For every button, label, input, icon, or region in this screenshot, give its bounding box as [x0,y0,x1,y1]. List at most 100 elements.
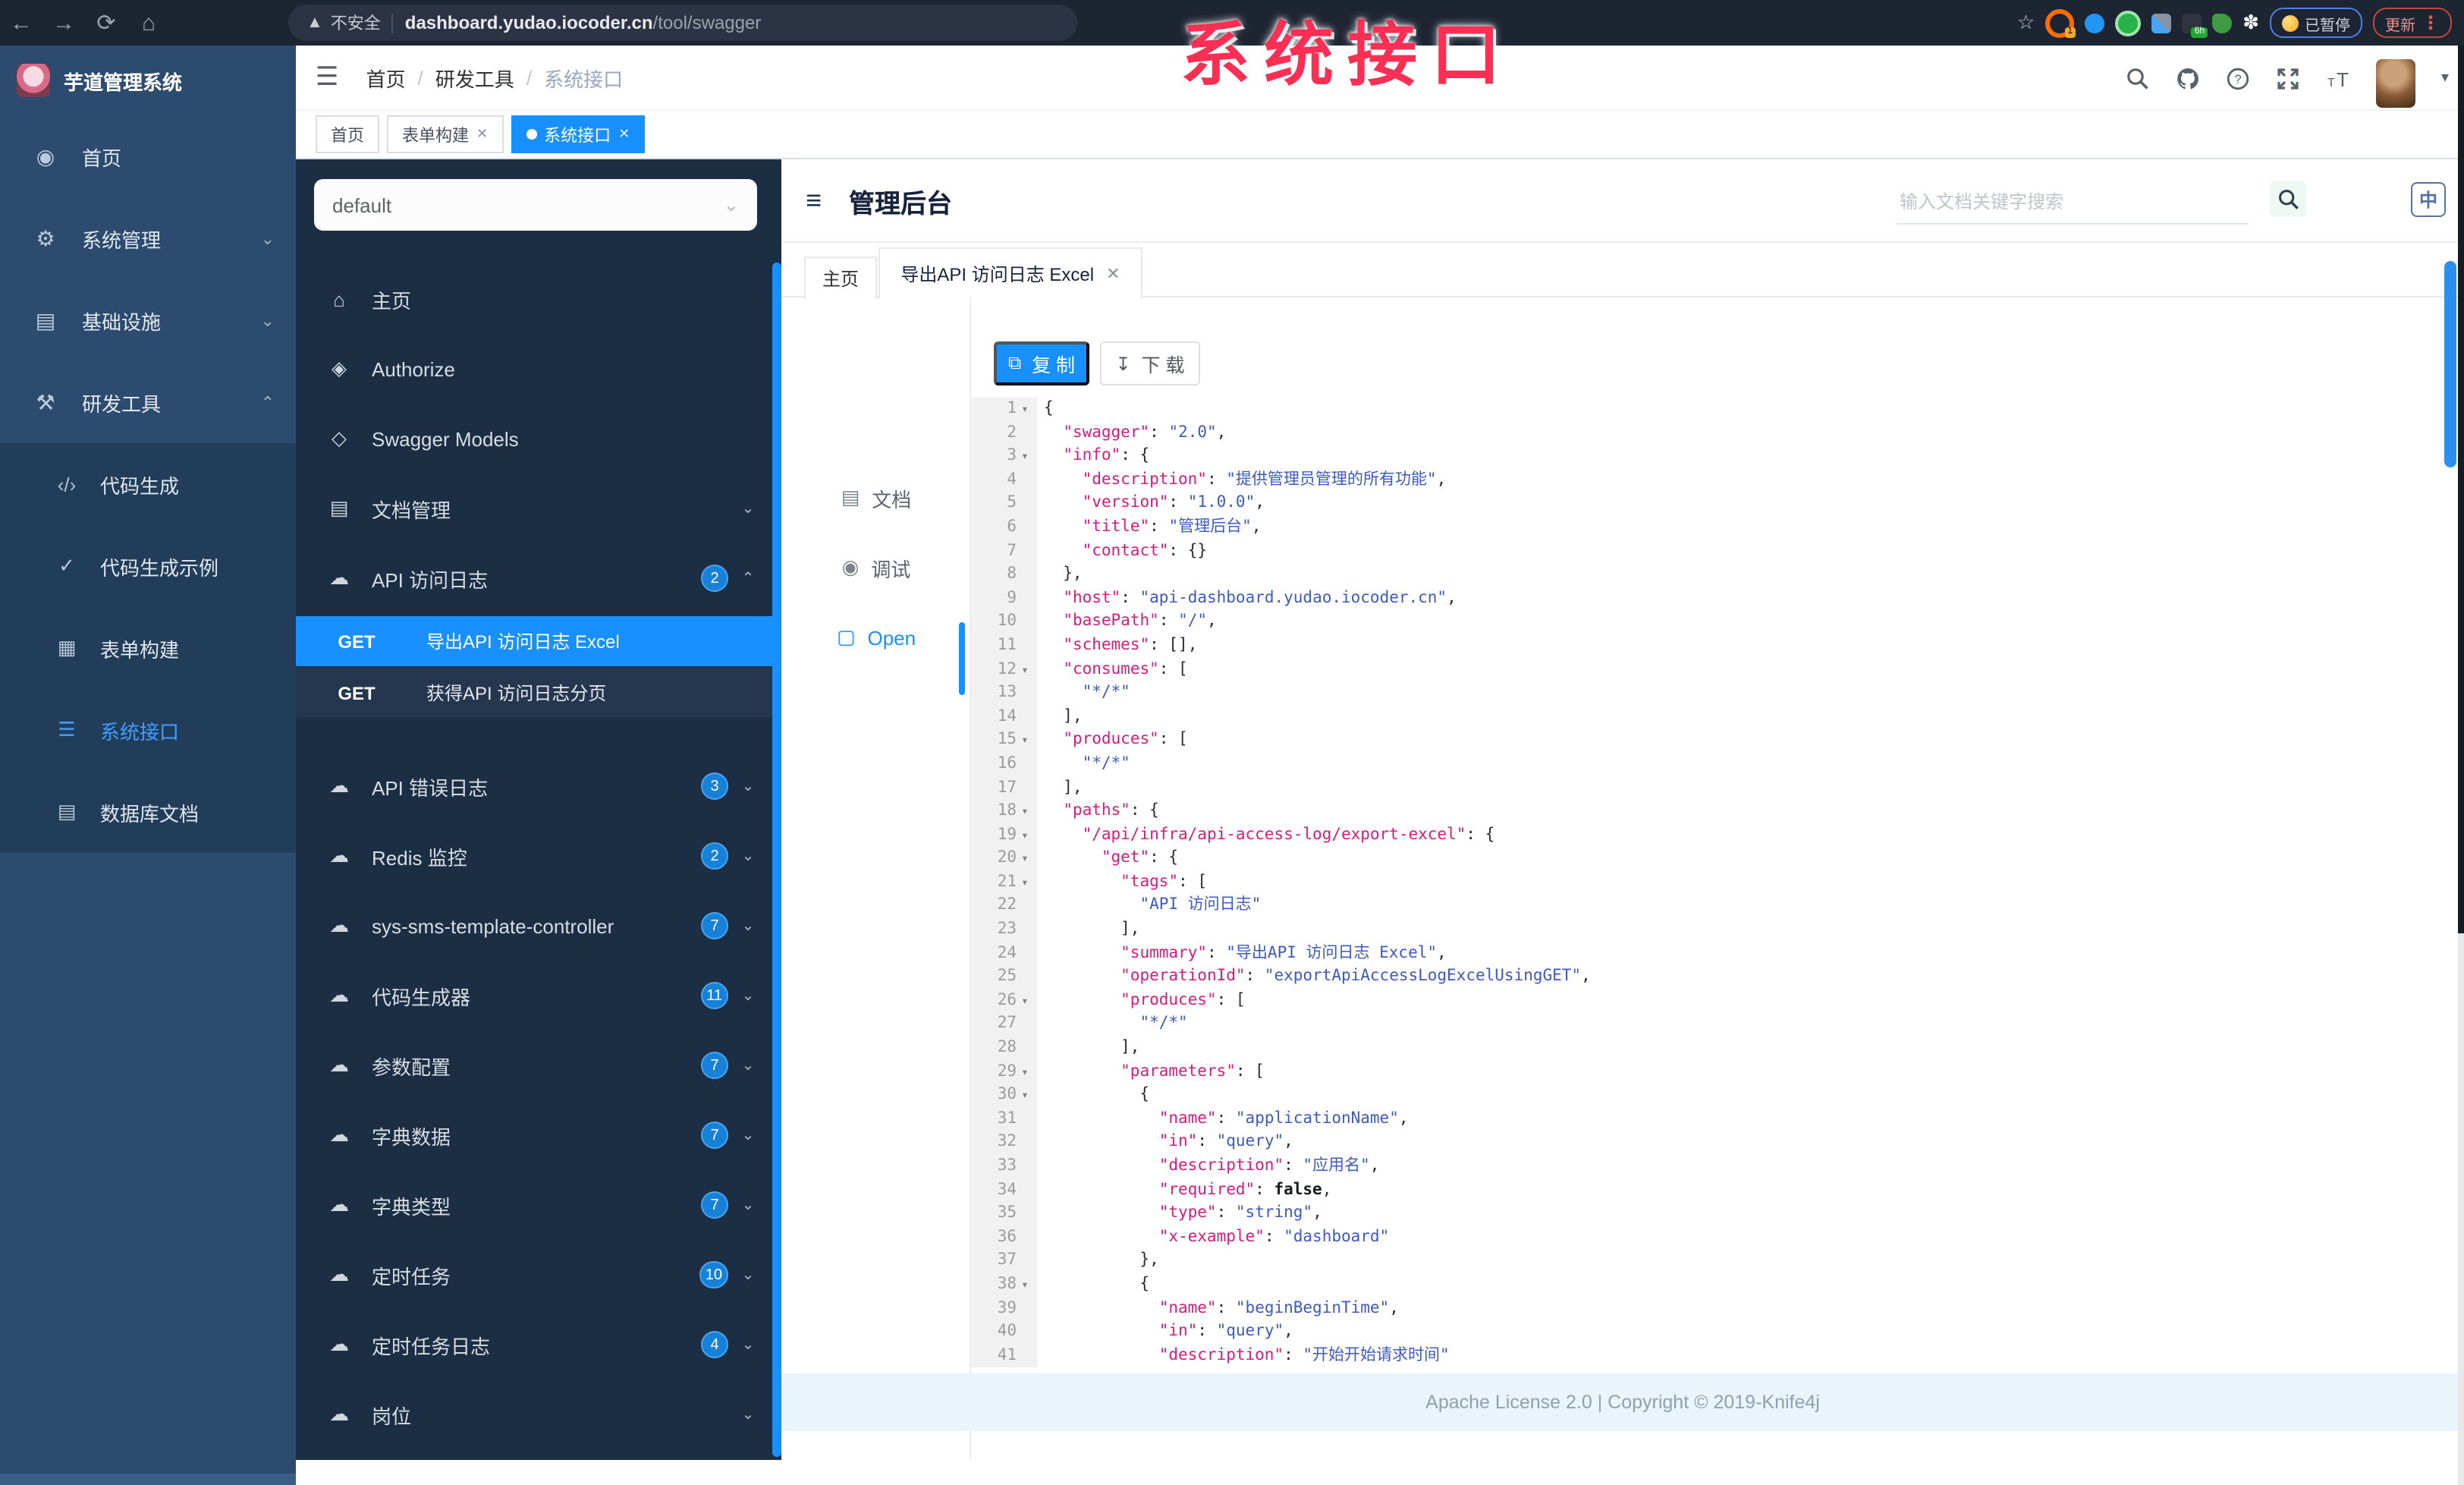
doc-side-tab-Open[interactable]: ▢ Open [781,615,971,660]
extension-icon-leaf[interactable] [2212,13,2233,33]
swagger-menu-item[interactable]: ◈ Authorize [296,334,772,404]
fold-arrow-icon[interactable]: ▾ [1017,398,1033,421]
doc-tab-主页[interactable]: 主页 [804,256,877,299]
swagger-menu-item[interactable]: ☁ 定时任务日志 4 ⌄ [296,1310,772,1380]
page-scrollbar-thumb[interactable] [2444,261,2456,467]
font-size-icon[interactable]: TT [2326,66,2350,90]
language-toggle-icon[interactable]: 中 [2411,182,2446,217]
swagger-menu-item[interactable]: ☁ 代码生成器 11 ⌄ [296,961,772,1030]
swagger-menu-item[interactable]: ☁ Redis 监控 2 ⌄ [296,821,772,891]
line-number: 7 [971,540,1038,564]
swagger-menu-item[interactable]: ⌂ 主页 [296,264,772,334]
sidebar-item-代码生成示例[interactable]: ✓ 代码生成示例 [0,525,296,607]
breadcrumb-item[interactable]: 首页 [366,63,406,92]
fold-arrow-icon[interactable]: ▾ [1017,848,1033,871]
swagger-menu-item[interactable]: ▤ 文档管理 ⌄ [296,474,772,543]
sidebar-item-首页[interactable]: ◉ 首页 [0,115,296,197]
doc-tab-导出API 访问日志 Excel[interactable]: 导出API 访问日志 Excel ✕ [878,247,1142,299]
token-pun: : [ [1235,1062,1265,1081]
tag-close-icon[interactable]: ✕ [618,126,630,143]
fold-arrow-icon[interactable]: ▾ [1017,823,1033,847]
sidebar-item-系统接口[interactable]: ☰ 系统接口 [0,689,296,771]
breadcrumb-item[interactable]: 研发工具 [435,63,514,92]
fold-arrow-icon[interactable]: ▾ [1017,989,1033,1013]
extension-icon-green-circle[interactable] [2115,10,2142,36]
swagger-menu-item[interactable]: ☁ API 错误日志 3 ⌄ [296,751,772,821]
swagger-sidebar-scrollbar[interactable] [772,263,781,1457]
api-group-select[interactable]: default ⌄ [314,179,757,231]
user-menu-caret-icon[interactable]: ▾ [2441,70,2449,87]
token-str: "2.0" [1168,423,1217,442]
fold-arrow-icon[interactable]: ▾ [1017,1084,1033,1107]
sidebar-item-基础设施[interactable]: ▤ 基础设施 ⌄ [0,279,296,361]
fold-arrow-icon[interactable]: ▾ [1017,445,1033,468]
sidebar-item-系统管理[interactable]: ⚙ 系统管理 ⌄ [0,197,296,279]
search-icon[interactable] [2126,66,2150,90]
fullscreen-icon[interactable] [2276,66,2300,90]
copy-button[interactable]: ⧉ 复 制 [994,341,1089,385]
extension-icon-flask[interactable]: 6h [2182,13,2208,37]
browser-back-icon[interactable]: ← [0,10,42,36]
doc-collapse-icon[interactable]: ≡ [806,184,822,216]
code-line: 33 "description": "应用名", [971,1155,2464,1179]
user-avatar[interactable] [2375,58,2415,107]
doc-side-tab-文档[interactable]: ▤ 文档 [781,475,971,521]
annotation-overlay-text: 系统接口 [1180,15,1514,94]
browser-menu-icon[interactable]: ⋮ [2422,12,2440,33]
sidebar-item-表单构建[interactable]: ▦ 表单构建 [0,607,296,689]
fold-arrow-icon[interactable]: ▾ [1017,871,1033,895]
token-pun: { [1044,399,1054,417]
code-content: "title": "管理后台", [1038,516,1262,540]
tag-active-dot-icon [526,129,537,140]
tag-表单构建[interactable]: 表单构建 ✕ [387,115,504,153]
extension-icon-orange[interactable]: 1 [2045,8,2076,37]
fold-arrow-icon[interactable]: ▾ [1017,658,1033,681]
swagger-menu-item[interactable]: ☁ 岗位 ⌄ [296,1380,772,1449]
paused-extension-pill[interactable]: 已暂停 [2270,8,2362,38]
tab-close-icon[interactable]: ✕ [1106,264,1120,284]
extension-icon-grid[interactable] [2151,13,2172,33]
browser-forward-icon[interactable]: → [42,10,85,36]
swagger-menu: ⌂ 主页 ◈ Authorize ◇ Swagger Models ▤ 文档管理 ⌄ ☁ API 访… [296,264,772,1449]
doc-side-active-indicator[interactable] [959,622,965,695]
fold-arrow-icon[interactable]: ▾ [1017,1273,1033,1297]
app-logo-row[interactable]: 芋道管理系统 [0,46,296,115]
download-button[interactable]: ↧ 下 载 [1100,341,1200,385]
doc-search-input[interactable] [1897,181,2249,225]
sidebar-item-数据库文档[interactable]: ▤ 数据库文档 [0,771,296,853]
tag-系统接口[interactable]: 系统接口 ✕ [511,115,646,153]
fold-arrow-icon[interactable]: ▾ [1017,729,1033,753]
help-icon[interactable]: ? [2226,66,2250,90]
tag-首页[interactable]: 首页 [316,115,379,153]
browser-update-button[interactable]: 更新 ⋮ [2373,8,2452,38]
api-operation-item[interactable]: GET 导出API 访问日志 Excel [296,616,772,666]
browser-home-icon[interactable]: ⌂ [127,10,170,36]
api-operation-item[interactable]: GET 获得API 访问日志分页 [296,668,772,718]
browser-reload-icon[interactable]: ⟳ [85,9,127,36]
swagger-menu-item[interactable]: ☁ sys-sms-template-controller 7 ⌄ [296,891,772,961]
doc-search-icon[interactable] [2270,181,2306,217]
sidebar-item-研发工具[interactable]: ⚒ 研发工具 ⌃ [0,361,296,443]
doc-icon: ▤ [329,496,349,519]
sidebar-item-代码生成[interactable]: ‹/› 代码生成 [0,443,296,525]
swagger-menu-item[interactable]: ☁ 字典数据 7 ⌄ [296,1100,772,1170]
breadcrumb-item[interactable]: 系统接口 [544,63,623,92]
bookmark-star-icon[interactable]: ☆ [2017,11,2035,35]
swagger-menu-item[interactable]: ☁ 参数配置 7 ⌄ [296,1030,772,1100]
tag-close-icon[interactable]: ✕ [476,126,488,143]
swagger-menu-item[interactable]: ☁ 定时任务 10 ⌄ [296,1240,772,1310]
sidebar-scrollbar[interactable] [0,1474,296,1485]
address-bar[interactable]: ▲ 不安全 dashboard.yudao.iocoder.cn /tool/s… [288,5,1077,41]
sidebar-collapse-icon[interactable]: ☰ [316,62,339,93]
code-editor[interactable]: 1 ▾{2 "swagger": "2.0", 3 ▾ "info": {4 "des… [971,398,2464,1372]
extension-icon-flower[interactable]: ✽ [2242,11,2259,35]
fold-arrow-icon[interactable]: ▾ [1017,800,1033,823]
doc-side-tab-调试[interactable]: ◉ 调试 [781,545,971,590]
swagger-menu-item[interactable]: ☁ API 访问日志 2 ⌃ [296,543,772,613]
github-icon[interactable] [2176,66,2200,90]
swagger-menu-item[interactable]: ◇ Swagger Models [296,404,772,474]
extension-icon-blue-drop[interactable] [2085,13,2105,33]
swagger-menu-item[interactable]: ☁ 字典类型 7 ⌄ [296,1170,772,1240]
tag-label: 系统接口 [544,127,611,145]
fold-arrow-icon[interactable]: ▾ [1017,1060,1033,1084]
